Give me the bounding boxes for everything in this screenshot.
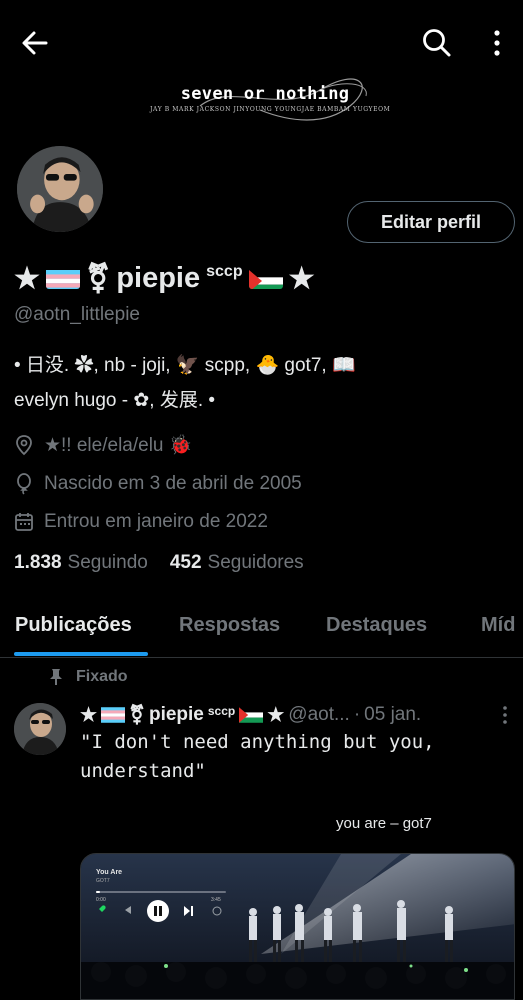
following-count: 1.838 (14, 552, 62, 573)
trans-flag-icon (46, 267, 80, 289)
post-separator: · (353, 704, 361, 725)
tab-replies[interactable]: Respostas (179, 614, 280, 637)
media-song-artist: GOT7 (96, 878, 110, 884)
pronouns-text: ★!! ele/ela/elu 🐞 (44, 435, 193, 456)
post-author-gender-symbol: ⚧ (129, 704, 145, 726)
post-avatar[interactable] (14, 703, 66, 755)
joined-row: Entrou em janeiro de 2022 (14, 508, 268, 536)
banner-subtitle: JAY B MARK JACKSON JINYOUNG YOUNGJAE BAM… (150, 106, 391, 113)
post-text: "I don't need anything but you, understa… (80, 728, 500, 786)
media-song-title: You Are (96, 869, 123, 876)
name-superscript: sccp (206, 263, 243, 280)
edit-profile-button[interactable]: Editar perfil (347, 201, 515, 243)
birthday-row: Nascido em 3 de abril de 2005 (14, 470, 302, 498)
palestine-flag-icon (239, 707, 264, 723)
birthday-text: Nascido em 3 de abril de 2005 (44, 473, 302, 494)
bio-line-2: evelyn hugo - ✿, 发展. • (14, 390, 216, 411)
name-star-left: ★ (14, 262, 40, 295)
followers-label: Seguidores (207, 552, 304, 573)
followers-count: 452 (169, 552, 202, 573)
profile-name-text: piepie (116, 261, 201, 294)
name-star-right: ★ (288, 262, 315, 295)
post-avatar-photo (14, 703, 66, 755)
followers-link[interactable]: 452 Seguidores (170, 552, 304, 574)
joined-text: Entrou em janeiro de 2022 (44, 511, 268, 532)
follow-counts: 1.838 Seguindo 452 Seguidores (14, 552, 304, 574)
post-more-icon[interactable] (498, 704, 512, 726)
avatar[interactable] (14, 143, 106, 235)
tab-highlights[interactable]: Destaques (326, 614, 427, 637)
gender-symbol: ⚧ (86, 262, 111, 295)
balloon-icon (17, 473, 31, 495)
pinned-label: Fixado (76, 668, 128, 685)
pin-icon (50, 669, 62, 685)
post-author-superscript: sccp (207, 704, 236, 718)
avatar-photo (17, 146, 103, 232)
post-caption: you are – got7 (336, 815, 432, 832)
calendar-icon (15, 513, 33, 531)
post-header: ★ ⚧ piepie sccp ★ @aot... · 05 jan. (80, 700, 510, 730)
media-time-start: 0:00 (96, 897, 106, 903)
post-handle: @aot... (288, 704, 350, 725)
post-date[interactable]: 05 jan. (364, 704, 421, 726)
profile-bio: • 日没. ✿, nb - joji, 🦅 scpp, 🐣 got7, 📖 ev… (14, 348, 509, 418)
profile-handle: @aotn_littlepie (14, 304, 140, 325)
post-author-star-left: ★ (80, 704, 98, 726)
post-author-name: piepie (148, 704, 204, 725)
back-arrow-icon[interactable] (18, 26, 52, 60)
tab-media[interactable]: Míd (481, 614, 515, 637)
pinned-label-row: Fixado (48, 668, 128, 686)
pronouns-row: ★!! ele/ela/elu 🐞 (14, 431, 192, 459)
post-media-image[interactable]: You Are GOT7 0:00 3:45 (80, 853, 515, 1000)
media-time-end: 3:45 (211, 897, 221, 903)
display-name: ★ ⚧ piepie sccp ★ (14, 258, 315, 298)
concert-photo (81, 854, 514, 999)
post-author-star-right: ★ (267, 704, 285, 726)
following-label: Seguindo (67, 552, 148, 573)
palestine-flag-icon (248, 267, 283, 289)
tab-posts[interactable]: Publicações (15, 614, 132, 637)
search-icon[interactable] (420, 26, 454, 60)
post-text-line-1: "I don't need anything but you, (80, 731, 435, 753)
bio-line-1: • 日没. ✿, nb - joji, 🦅 scpp, 🐣 got7, 📖 (14, 355, 356, 376)
profile-tabs: Publicações Respostas Destaques Míd (0, 600, 523, 658)
post-author[interactable]: ★ ⚧ piepie sccp ★ (80, 704, 284, 727)
location-icon (16, 435, 32, 456)
trans-flag-icon (101, 707, 126, 723)
top-bar (0, 0, 523, 88)
more-vertical-icon[interactable] (484, 26, 510, 60)
post-text-line-2: understand" (80, 760, 206, 782)
active-tab-indicator (14, 652, 148, 656)
following-link[interactable]: 1.838 Seguindo (14, 552, 148, 574)
